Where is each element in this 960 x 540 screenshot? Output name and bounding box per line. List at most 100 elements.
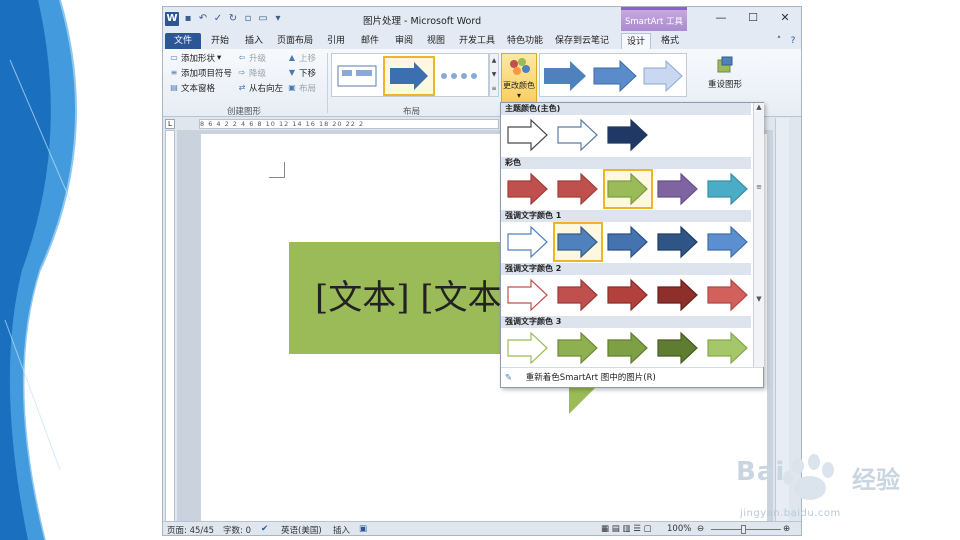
tab-design[interactable]: 设计 (621, 33, 651, 49)
tab-file[interactable]: 文件 (165, 33, 201, 49)
word-count[interactable]: 字数: 0 (223, 524, 251, 535)
zoom-in-icon[interactable]: ⊕ (783, 524, 790, 534)
maximize-icon[interactable]: ☐ (743, 11, 763, 25)
color-row-accent-1 (501, 222, 751, 262)
swap-icon: ⇄ (238, 83, 246, 92)
add-shape-button[interactable]: ▭ 添加形状 ▾ (169, 52, 221, 64)
zoom-slider[interactable] (711, 529, 781, 530)
slide-decoration (0, 0, 77, 540)
color-row-colorful (501, 169, 751, 209)
color-swatch-arrow[interactable] (607, 278, 648, 312)
move-down-button[interactable]: ▼ 下移 (287, 67, 316, 79)
layout-icon: ▣ (288, 83, 296, 92)
save-icon[interactable]: ▪ (182, 13, 194, 25)
tab-developer[interactable]: 开发工具 (455, 33, 499, 49)
ribbon-collapse-icon[interactable]: ˄ (773, 33, 785, 49)
move-up-button[interactable]: ▲ 上移 (287, 52, 316, 64)
tab-selector-icon[interactable]: L (165, 119, 175, 129)
recolor-pictures-option[interactable]: ✎ 重新着色SmartArt 图中的图片(R) (501, 367, 763, 388)
layout-gallery[interactable] (331, 53, 489, 97)
zoom-slider-thumb[interactable] (741, 525, 746, 534)
format-icon[interactable]: ✓ (212, 13, 224, 25)
color-swatch-arrow[interactable] (557, 331, 598, 365)
smartart-styles-gallery[interactable] (539, 53, 687, 97)
redo-icon[interactable]: ↻ (227, 13, 239, 25)
reset-graphic-button[interactable]: 重设图形 (703, 55, 747, 101)
tab-home[interactable]: 开始 (205, 33, 235, 49)
dropdown-scrollbar[interactable]: ▲ ≡ ▼ (753, 103, 764, 367)
proofing-icon[interactable]: ✔ (261, 524, 268, 534)
color-swatch-arrow[interactable] (557, 278, 598, 312)
tab-format[interactable]: 格式 (655, 33, 685, 49)
text-pane-icon: ▤ (170, 83, 178, 92)
color-row-accent-2 (501, 275, 751, 315)
smartart-text-shape[interactable]: [文本] [文本 (289, 242, 519, 354)
color-swatch-arrow[interactable] (507, 225, 548, 259)
undo-icon[interactable]: ↶ (197, 13, 209, 25)
zoom-level[interactable]: 100% (667, 524, 691, 534)
arrow-swatch-row (507, 278, 748, 312)
color-swatch-arrow[interactable] (707, 278, 748, 312)
smartart-arrow-tip (569, 388, 595, 414)
tab-page-layout[interactable]: 页面布局 (273, 33, 317, 49)
margin-corner-mark (269, 162, 285, 178)
layout-gallery-scroll[interactable]: ▲ ▼ ≡ (489, 53, 499, 97)
smartart-tools-context: SmartArt 工具 (621, 7, 687, 31)
tab-view[interactable]: 视图 (421, 33, 451, 49)
recolor-icon: ✎ (505, 373, 513, 383)
color-swatch-arrow[interactable] (507, 331, 548, 365)
move-down-icon: ▼ (288, 68, 296, 77)
move-up-icon: ▲ (288, 53, 296, 62)
color-swatch-arrow[interactable] (707, 225, 748, 259)
word-app-icon[interactable]: W (165, 12, 179, 26)
macro-record-icon[interactable]: ▣ (359, 524, 367, 534)
color-swatch-arrow[interactable] (507, 278, 548, 312)
title-bar: W ▪ ↶ ✓ ↻ ▫ ▭ ▾ 图片处理 - Microsoft Word Sm… (163, 7, 801, 31)
style-thumbnails (544, 59, 683, 93)
word-window: W ▪ ↶ ✓ ↻ ▫ ▭ ▾ 图片处理 - Microsoft Word Sm… (162, 6, 802, 536)
color-swatch-arrow[interactable] (707, 172, 748, 206)
tab-review[interactable]: 审阅 (389, 33, 419, 49)
demote-button[interactable]: ⇨ 降级 (237, 67, 266, 79)
color-swatch-arrow[interactable] (607, 118, 648, 152)
add-bullet-button[interactable]: ≡ 添加项目符号 (169, 67, 232, 79)
new-icon[interactable]: ▫ (242, 13, 254, 25)
right-to-left-button[interactable]: ⇄ 从右向左 (237, 82, 283, 94)
change-colors-button[interactable]: 更改颜色 ▾ (501, 53, 537, 107)
page-count[interactable]: 页面: 45/45 (167, 524, 214, 535)
section-accent-1: 强调文字颜色 1 (501, 210, 751, 222)
color-swatch-arrow[interactable] (557, 118, 598, 152)
zoom-out-icon[interactable]: ⊖ (697, 524, 704, 534)
color-swatch-arrow[interactable] (657, 278, 698, 312)
arrow-swatch-row (507, 331, 748, 365)
color-swatch-arrow[interactable] (657, 172, 698, 206)
color-swatch-arrow[interactable] (607, 331, 648, 365)
layout-button[interactable]: ▣ 布局 (287, 82, 316, 94)
tab-insert[interactable]: 插入 (239, 33, 269, 49)
tab-cloud-notes[interactable]: 保存到云笔记 (551, 33, 613, 49)
tab-mailings[interactable]: 邮件 (355, 33, 385, 49)
section-accent-3: 强调文字颜色 3 (501, 316, 751, 328)
view-buttons[interactable]: ▦ ▤ ▥ ☰ ▢ (601, 524, 652, 534)
color-swatch-arrow[interactable] (507, 172, 548, 206)
help-icon[interactable]: ? (787, 33, 799, 49)
minimize-icon[interactable]: — (711, 11, 731, 25)
color-swatch-arrow[interactable] (607, 225, 648, 259)
status-bar: 页面: 45/45 字数: 0 ✔ 英语(美国) 插入 ▣ ▦ ▤ ▥ ☰ ▢ … (163, 521, 801, 535)
language-indicator[interactable]: 英语(美国) (281, 524, 322, 535)
color-swatch-arrow[interactable] (707, 331, 748, 365)
color-swatch-arrow[interactable] (657, 225, 698, 259)
close-icon[interactable]: ✕ (775, 11, 795, 25)
tab-features[interactable]: 特色功能 (503, 33, 547, 49)
color-swatch-arrow[interactable] (657, 331, 698, 365)
dropdown-icon[interactable]: ▾ (272, 13, 284, 25)
print-icon[interactable]: ▭ (257, 13, 269, 25)
tab-references[interactable]: 引用 (321, 33, 351, 49)
promote-button[interactable]: ⇦ 升级 (237, 52, 266, 64)
insert-mode[interactable]: 插入 (333, 524, 350, 535)
text-pane-button[interactable]: ▤ 文本窗格 (169, 82, 215, 94)
color-swatch-arrow[interactable] (557, 172, 598, 206)
section-colorful: 彩色 (501, 157, 751, 169)
create-graphic-group-label: 创建图形 (227, 107, 262, 117)
color-swatch-arrow[interactable] (507, 118, 548, 152)
